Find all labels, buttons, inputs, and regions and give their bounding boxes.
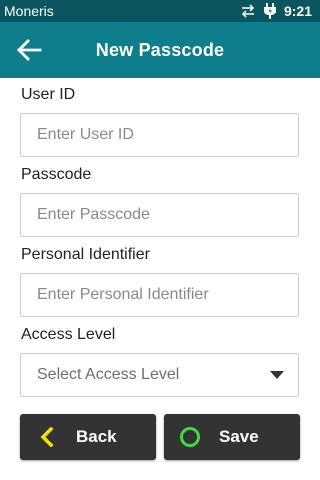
save-button-label: Save xyxy=(219,427,259,446)
chevron-left-icon xyxy=(36,426,58,448)
access-level-label: Access Level xyxy=(21,326,116,343)
passcode-label: Passcode xyxy=(21,166,92,183)
personal-identifier-label: Personal Identifier xyxy=(21,246,150,263)
access-level-select[interactable]: Select Access Level xyxy=(20,353,299,397)
back-button[interactable]: Back xyxy=(20,414,156,460)
passcode-field-box xyxy=(20,193,299,237)
clock-time: 9:21 xyxy=(283,3,312,19)
status-icons: 9:21 xyxy=(240,3,312,19)
access-level-selected-value: Select Access Level xyxy=(37,366,180,383)
personal-identifier-field-box xyxy=(20,273,299,317)
charging-plug-icon xyxy=(262,3,278,19)
carrier-label: Moneris xyxy=(4,3,54,19)
back-arrow-button[interactable] xyxy=(14,36,44,64)
user-id-field-box xyxy=(20,113,299,157)
status-bar: Moneris 9:21 xyxy=(0,0,320,22)
passcode-input[interactable] xyxy=(37,194,298,236)
app-bar: New Passcode xyxy=(0,22,320,78)
page-title: New Passcode xyxy=(95,39,225,60)
arrow-left-icon xyxy=(17,39,42,61)
dropdown-caret-icon xyxy=(270,371,284,379)
screen: Moneris 9:21 New Passcode User ID Enter … xyxy=(0,0,320,480)
back-button-label: Back xyxy=(76,427,117,446)
data-transfer-icon xyxy=(240,3,256,19)
user-id-input[interactable] xyxy=(37,114,298,156)
personal-identifier-input[interactable] xyxy=(37,274,298,316)
save-button[interactable]: Save xyxy=(164,414,300,460)
user-id-label: User ID xyxy=(21,86,76,103)
circle-icon xyxy=(179,426,201,448)
